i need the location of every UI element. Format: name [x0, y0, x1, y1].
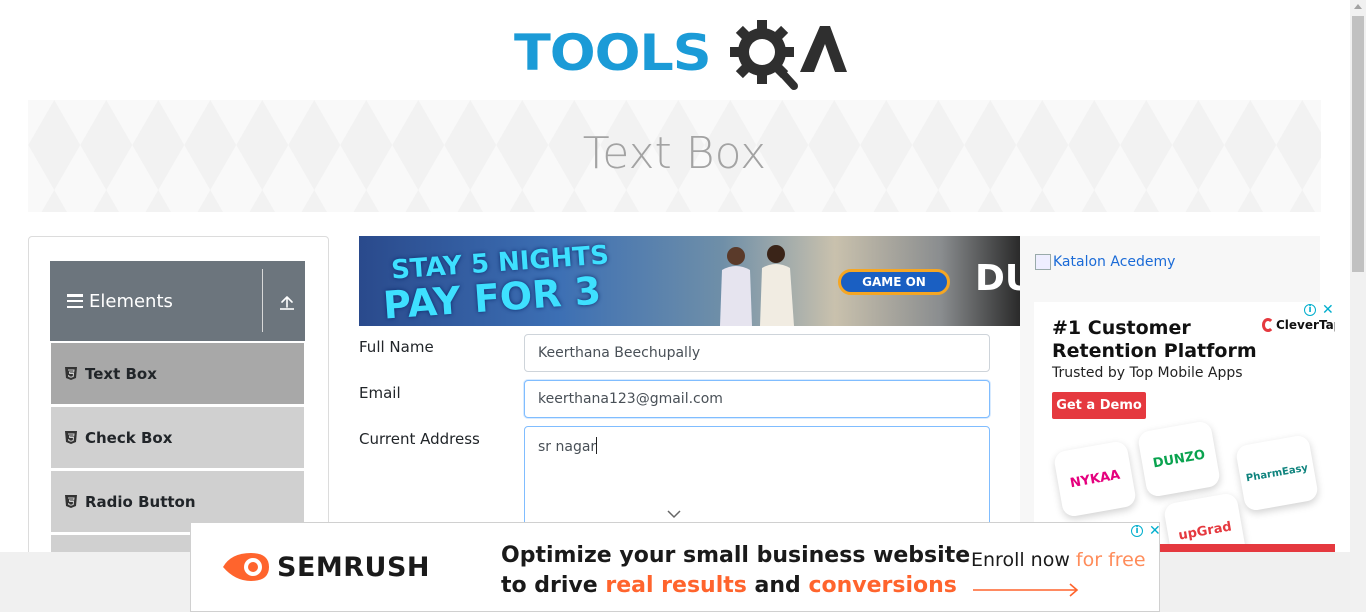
logo-text: TOOLS	[514, 24, 712, 82]
app-tile: upGrad	[1162, 492, 1248, 552]
email-input[interactable]: keerthana123@gmail.com	[524, 380, 990, 418]
toolsqa-logo[interactable]: TOOLS QA	[514, 14, 847, 92]
page: TOOLS QA Text Box Elements Text Box Chec…	[0, 0, 1366, 612]
clevertap-logo-text: CleverTap	[1276, 318, 1335, 332]
katalon-ad-link[interactable]: Katalon Acedemy	[1035, 254, 1175, 270]
semrush-headline: Optimize your small business website to …	[501, 541, 970, 601]
sidebar-item-check-box[interactable]: Check Box	[51, 406, 304, 468]
sidebar-group-elements[interactable]: Elements	[50, 261, 305, 341]
ad-choices[interactable]: i ✕	[1304, 303, 1334, 317]
full-name-value: Keerthana Beechupally	[538, 345, 701, 361]
clevertap-ring-icon	[1262, 318, 1274, 332]
current-address-value: sr nagar	[538, 439, 597, 455]
html5-icon	[65, 367, 77, 380]
full-name-label: Full Name	[359, 338, 434, 356]
semrush-logo: SEMRUSH	[221, 551, 430, 583]
semrush-headline-line2: to drive real results and conversions	[501, 573, 957, 598]
text-cursor	[596, 437, 598, 454]
sidebar-item-text-box[interactable]: Text Box	[51, 342, 304, 404]
full-name-input[interactable]: Keerthana Beechupally	[524, 334, 990, 372]
app-tile: PharmEasy	[1234, 434, 1320, 512]
page-title: Text Box	[582, 128, 767, 179]
current-address-label: Current Address	[359, 430, 480, 448]
sidebar-item-label: Check Box	[85, 428, 173, 447]
ad-info-icon[interactable]: i	[1304, 304, 1316, 316]
ad-close-icon[interactable]: ✕	[1322, 303, 1334, 317]
ad-game-on-button[interactable]: GAME ON	[838, 269, 950, 295]
get-demo-button[interactable]: Get a Demo	[1052, 392, 1146, 419]
clevertap-logo: CleverTap	[1262, 318, 1335, 332]
enroll-now-link[interactable]: Enroll now for free	[971, 549, 1146, 571]
sidebar-group-title: Elements	[89, 290, 173, 312]
semrush-fire-icon	[223, 553, 269, 581]
svg-text:QA: QA	[722, 14, 724, 15]
chevron-down-icon	[667, 510, 681, 519]
semrush-ad[interactable]: SEMRUSH Optimize your small business web…	[190, 522, 1161, 612]
hamburger-icon	[67, 294, 83, 308]
clevertap-ad[interactable]: #1 Customer Retention Platform Trusted b…	[1034, 302, 1335, 552]
app-tile: DUNZO	[1136, 420, 1222, 498]
arrow-right-icon	[973, 583, 1079, 597]
ad-close-icon[interactable]: ✕	[1149, 524, 1161, 538]
page-banner: Text Box	[28, 100, 1321, 212]
katalon-alt-text: Katalon Acedemy	[1053, 254, 1176, 270]
sidebar-item-label: Text Box	[85, 364, 157, 383]
semrush-wordmark: SEMRUSH	[277, 551, 431, 583]
broken-image-icon	[1035, 254, 1051, 270]
scroll-up-arrow-icon[interactable]	[1354, 4, 1362, 9]
top-ad-banner[interactable]: STAY 5 NIGHTS PAY FOR 3 GAME ON DU	[359, 236, 1020, 326]
gear-magnifier-icon: QA	[722, 14, 847, 90]
ad-choices[interactable]: i ✕	[1131, 524, 1161, 538]
html5-icon	[65, 495, 77, 508]
current-address-textarea[interactable]: sr nagar	[524, 426, 990, 536]
semrush-headline-line1: Optimize your small business website	[501, 543, 971, 568]
clevertap-headline: #1 Customer Retention Platform	[1052, 317, 1257, 362]
clevertap-subtitle: Trusted by Top Mobile Apps	[1052, 365, 1243, 381]
header-divider	[262, 269, 263, 332]
page-scrollbar[interactable]	[1350, 0, 1366, 612]
ad-info-icon[interactable]: i	[1131, 525, 1143, 537]
ad-people-image	[720, 245, 794, 326]
email-value: keerthana123@gmail.com	[538, 391, 723, 407]
scroll-thumb[interactable]	[1352, 16, 1364, 272]
app-tile: NYKAA	[1052, 440, 1138, 518]
html5-icon	[65, 431, 77, 444]
email-label: Email	[359, 384, 401, 402]
collapse-arrow-icon[interactable]	[279, 295, 295, 311]
sidebar-item-label: Radio Button	[85, 492, 196, 511]
ad-brand: DU	[975, 258, 1020, 299]
